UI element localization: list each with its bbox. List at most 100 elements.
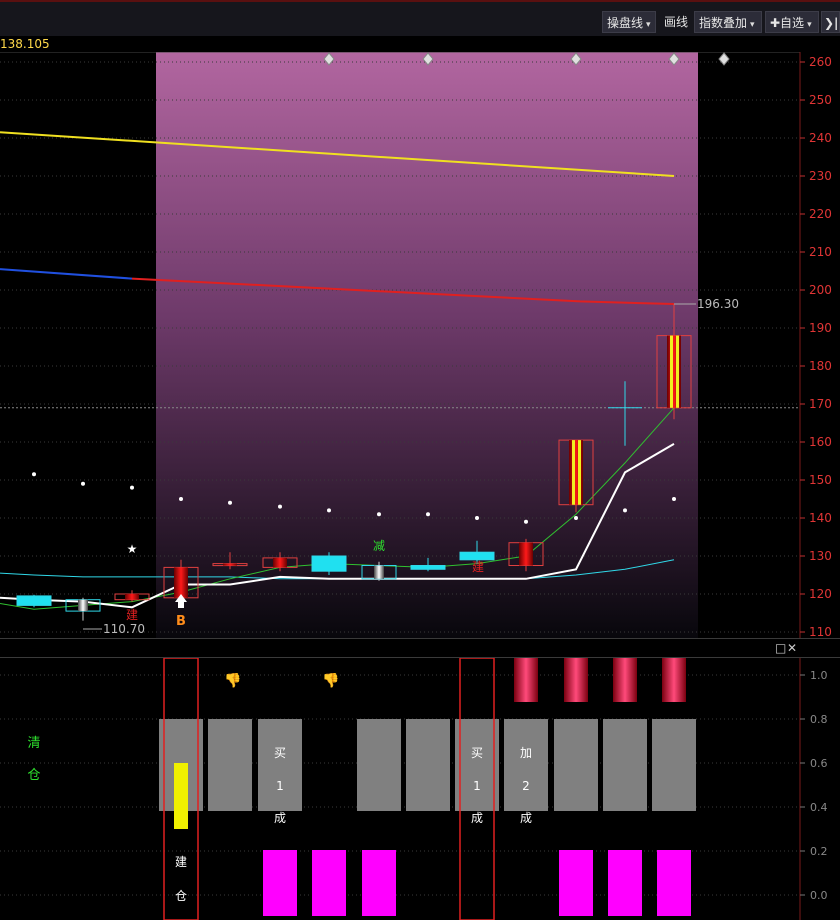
dot-marker bbox=[475, 516, 479, 520]
sub-tick-label: 0.0 bbox=[810, 889, 828, 902]
watchlist-button[interactable]: ✚自选 ▾ bbox=[765, 11, 819, 33]
candlestick-chart[interactable]: 110 120 130 140 150 160 170 180 190 200 210 220 230 2… bbox=[0, 52, 840, 638]
box-buy-text-2: 1 bbox=[473, 779, 481, 793]
tick-label: 170 bbox=[809, 397, 832, 411]
tick-label: 130 bbox=[809, 549, 832, 563]
chevron-down-icon: ▾ bbox=[807, 20, 812, 30]
gray-signal-block bbox=[504, 719, 548, 811]
candle-body bbox=[273, 557, 287, 568]
close-icon[interactable]: ✕ bbox=[787, 640, 797, 656]
tick-label: 140 bbox=[809, 511, 832, 525]
box-buy-text-1: 买 bbox=[471, 746, 483, 760]
build-marker: 建 bbox=[126, 608, 138, 622]
dot-marker bbox=[623, 508, 627, 513]
dot-marker bbox=[278, 504, 282, 509]
high-price-label: 196.30 bbox=[697, 297, 739, 311]
dot-marker bbox=[327, 508, 331, 513]
tick-label: 240 bbox=[809, 131, 832, 145]
low-price-label: 110.70 bbox=[103, 622, 145, 636]
gray-signal-block bbox=[652, 719, 696, 811]
candle-body bbox=[16, 595, 52, 606]
tick-label: 250 bbox=[809, 93, 832, 107]
tick-label: 200 bbox=[809, 283, 832, 297]
candle-body bbox=[410, 565, 446, 570]
box-buy-text-3: 成 bbox=[471, 811, 483, 825]
buy-text-3: 成 bbox=[274, 811, 286, 825]
collapse-icon: ❯| bbox=[824, 16, 839, 30]
gray-signal-block bbox=[603, 719, 647, 811]
sub-tick-label: 0.6 bbox=[810, 757, 828, 770]
magenta-signal-bar bbox=[263, 850, 297, 916]
add-text-2: 2 bbox=[522, 779, 530, 793]
candle-body bbox=[223, 563, 237, 566]
chevron-down-icon: ▾ bbox=[750, 20, 755, 30]
build-marker: 建 bbox=[472, 560, 484, 574]
candle-highlight bbox=[572, 440, 575, 505]
tick-label: 230 bbox=[809, 169, 832, 183]
tick-label: 210 bbox=[809, 245, 832, 259]
red-signal-bar bbox=[564, 658, 588, 702]
candle-highlight bbox=[676, 335, 679, 408]
tick-label: 260 bbox=[809, 55, 832, 69]
candle-body bbox=[78, 599, 88, 612]
red-signal-bar bbox=[662, 658, 686, 702]
tick-label: 110 bbox=[809, 625, 832, 638]
candle-body bbox=[174, 567, 188, 598]
draw-line-button[interactable]: 画线 bbox=[660, 11, 692, 33]
dot-marker bbox=[130, 485, 134, 490]
chart-toolbar: 操盘线 ▾ 画线 指数叠加 ▾ ✚自选 ▾ ❯| bbox=[0, 0, 840, 36]
box-build-text-1: 建 bbox=[175, 855, 187, 869]
dot-marker bbox=[228, 500, 232, 505]
dot-marker bbox=[377, 512, 381, 517]
sub-tick-label: 0.4 bbox=[810, 801, 828, 814]
candle-body bbox=[374, 565, 384, 579]
collapse-panel-button[interactable]: ❯| bbox=[821, 11, 840, 33]
tick-label: 160 bbox=[809, 435, 832, 449]
candle-body bbox=[519, 542, 533, 566]
gray-signal-block bbox=[357, 719, 401, 811]
magenta-signal-bar bbox=[657, 850, 691, 916]
index-overlay-button[interactable]: 指数叠加 ▾ bbox=[694, 11, 762, 33]
draw-line-label: 画线 bbox=[664, 15, 689, 29]
sub-tick-label: 1.0 bbox=[810, 669, 828, 682]
reduce-marker: 减 bbox=[373, 539, 385, 553]
candle-highlight bbox=[578, 440, 581, 505]
dot-marker bbox=[32, 472, 36, 477]
magenta-signal-bar bbox=[362, 850, 396, 916]
gray-signal-block bbox=[455, 719, 499, 811]
candle-highlight bbox=[670, 335, 673, 408]
buy-text-1: 买 bbox=[274, 746, 286, 760]
gray-signal-block bbox=[406, 719, 450, 811]
signal-indicator-panel[interactable]: 1.0 0.8 0.6 0.4 0.2 0.0 清 仓 👎 👎 建 仓 买 1 成 买 1… bbox=[0, 658, 840, 920]
thumbs-down-icon: 👎 bbox=[224, 672, 241, 689]
dot-marker bbox=[81, 481, 85, 486]
buy-text-2: 1 bbox=[276, 779, 284, 793]
dot-marker bbox=[426, 512, 430, 517]
sub-tick-label: 0.8 bbox=[810, 713, 828, 726]
maximize-icon[interactable]: □ bbox=[775, 640, 786, 656]
tick-label: 120 bbox=[809, 587, 832, 601]
index-overlay-label: 指数叠加 bbox=[699, 16, 748, 30]
candle-body bbox=[125, 594, 139, 600]
watchlist-label: ✚自选 bbox=[770, 16, 805, 30]
tick-label: 180 bbox=[809, 359, 832, 373]
chevron-down-icon: ▾ bbox=[646, 20, 651, 30]
tick-label: 190 bbox=[809, 321, 832, 335]
buy-marker: B bbox=[176, 614, 186, 629]
clear-position-label-1: 清 bbox=[27, 736, 40, 751]
dot-marker bbox=[179, 497, 183, 501]
gray-signal-block bbox=[554, 719, 598, 811]
box-build-text-2: 仓 bbox=[175, 889, 187, 903]
magenta-signal-bar bbox=[559, 850, 593, 916]
add-text-3: 成 bbox=[520, 811, 532, 825]
gray-signal-block bbox=[258, 719, 302, 811]
dot-marker bbox=[524, 519, 528, 524]
clear-position-label-2: 仓 bbox=[27, 768, 40, 783]
sub-tick-label: 0.2 bbox=[810, 845, 828, 858]
operate-line-button[interactable]: 操盘线 ▾ bbox=[602, 11, 656, 33]
current-price-label: 138.105 bbox=[0, 37, 50, 51]
star-icon: ★ bbox=[127, 542, 138, 556]
magenta-signal-bar bbox=[608, 850, 642, 916]
thumbs-down-icon: 👎 bbox=[322, 672, 339, 689]
tick-label: 150 bbox=[809, 473, 832, 487]
